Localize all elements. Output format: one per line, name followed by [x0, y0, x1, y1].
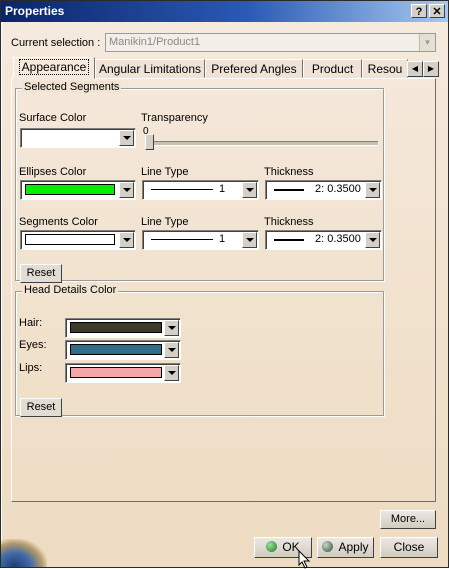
logo-globe: [1, 539, 47, 567]
head-details-group: Head Details Color Hair: Eyes: Lips: Res…: [15, 284, 384, 417]
line-type-sample: [151, 189, 213, 190]
selected-segments-title: Selected Segments: [22, 81, 122, 93]
hair-color-dropdown[interactable]: [65, 318, 181, 338]
tab-angular-limitations[interactable]: Angular Limitations: [95, 59, 205, 78]
chevron-down-icon: [242, 232, 257, 248]
chevron-down-icon: ▼: [419, 34, 435, 51]
head-details-title: Head Details Color: [22, 284, 119, 296]
mouse-cursor-icon: [298, 550, 311, 569]
segments-thickness-value: 2: 0.3500: [315, 233, 361, 245]
chevron-down-icon: [164, 342, 179, 358]
segments-reset-button[interactable]: Reset: [20, 264, 62, 283]
eyes-label: Eyes:: [19, 339, 47, 351]
tab-scroll-left-button[interactable]: ◀: [407, 61, 423, 77]
eyes-color-dropdown[interactable]: [65, 340, 181, 360]
chevron-down-icon: [164, 365, 179, 381]
ellipses-thickness-value: 2: 0.3500: [315, 183, 361, 195]
current-selection-label: Current selection :: [11, 37, 101, 49]
hair-color-swatch: [70, 322, 162, 333]
chevron-down-icon: [119, 182, 134, 198]
apply-icon: [322, 541, 334, 552]
ellipses-thickness-dropdown[interactable]: 2: 0.3500: [265, 180, 382, 200]
eyes-color-swatch: [70, 344, 162, 355]
thickness-sample: [274, 189, 304, 191]
close-button[interactable]: Close: [380, 537, 438, 558]
tab-product[interactable]: Product: [303, 59, 362, 78]
title-bar: Properties ? ✕: [1, 1, 448, 22]
ellipses-line-type-value: 1: [219, 183, 226, 195]
tab-scroll-right-button[interactable]: ▶: [423, 61, 439, 77]
hair-label: Hair:: [19, 317, 43, 329]
ellipses-thickness-label: Thickness: [264, 166, 314, 178]
chevron-down-icon: [119, 232, 134, 248]
head-reset-button[interactable]: Reset: [20, 398, 62, 417]
tab-appearance[interactable]: Appearance: [13, 57, 95, 79]
transparency-slider-thumb[interactable]: [145, 134, 154, 150]
segments-thickness-label: Thickness: [264, 216, 314, 228]
dialog-title: Properties: [5, 4, 65, 18]
transparency-label: Transparency: [141, 112, 208, 124]
thickness-sample: [274, 239, 304, 241]
properties-dialog: Properties ? ✕ Current selection : Manik…: [0, 0, 449, 569]
apply-button[interactable]: Apply: [317, 537, 374, 558]
segments-line-type-dropdown[interactable]: 1: [142, 230, 259, 250]
segments-thickness-dropdown[interactable]: 2: 0.3500: [265, 230, 382, 250]
segments-line-type-label: Line Type: [141, 216, 189, 228]
current-selection-field: Manikin1/Product1 ▼: [105, 33, 436, 52]
segments-color-label: Segments Color: [19, 216, 98, 228]
surface-color-label: Surface Color: [19, 112, 87, 124]
segments-color-swatch: [25, 234, 115, 245]
ok-icon: [266, 541, 278, 552]
lips-color-swatch: [70, 367, 162, 378]
chevron-down-icon: [164, 320, 179, 336]
tab-strip: Appearance Angular Limitations Prefered …: [11, 57, 441, 79]
chevron-down-icon: [365, 182, 380, 198]
ellipses-line-type-dropdown[interactable]: 1: [142, 180, 259, 200]
help-button[interactable]: ?: [411, 4, 427, 18]
chevron-down-icon: [365, 232, 380, 248]
ellipses-line-type-label: Line Type: [141, 166, 189, 178]
line-type-sample: [151, 239, 213, 240]
ellipses-color-dropdown[interactable]: [20, 180, 136, 200]
lips-label: Lips:: [19, 362, 43, 374]
close-window-button[interactable]: ✕: [429, 4, 445, 18]
tab-prefered-angles[interactable]: Prefered Angles: [205, 59, 303, 78]
chevron-down-icon: [242, 182, 257, 198]
chevron-down-icon: [119, 130, 134, 146]
lips-color-dropdown[interactable]: [65, 363, 181, 383]
apply-label: Apply: [338, 540, 369, 554]
segments-color-dropdown[interactable]: [20, 230, 136, 250]
transparency-slider-track[interactable]: [146, 141, 378, 146]
tab-resources[interactable]: Resou: [362, 59, 408, 78]
ellipses-color-label: Ellipses Color: [19, 166, 87, 178]
segments-line-type-value: 1: [219, 233, 226, 245]
surface-color-dropdown[interactable]: [20, 128, 136, 148]
current-selection-value: Manikin1/Product1: [109, 36, 201, 48]
ellipses-color-swatch: [25, 184, 115, 195]
selected-segments-group: Selected Segments Surface Color Transpar…: [15, 81, 384, 283]
appearance-panel: Selected Segments Surface Color Transpar…: [11, 78, 436, 502]
more-button[interactable]: More...: [380, 510, 436, 529]
